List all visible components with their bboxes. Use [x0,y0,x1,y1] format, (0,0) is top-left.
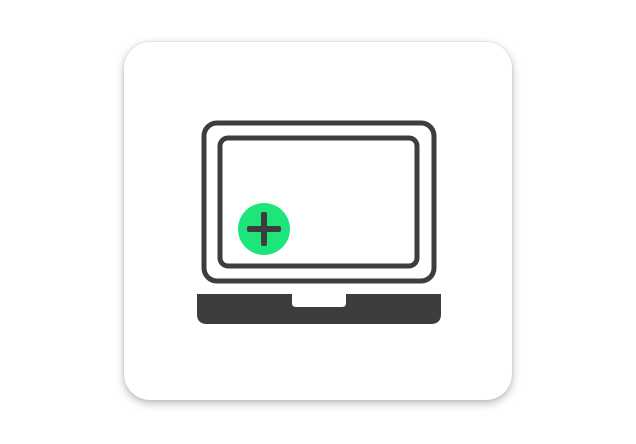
plus-vertical [261,212,267,246]
laptop-base [197,294,441,324]
laptop-icon [197,120,441,324]
laptop-lid-outer [201,120,437,284]
add-badge-icon[interactable] [238,203,290,255]
icon-stage [0,0,636,444]
